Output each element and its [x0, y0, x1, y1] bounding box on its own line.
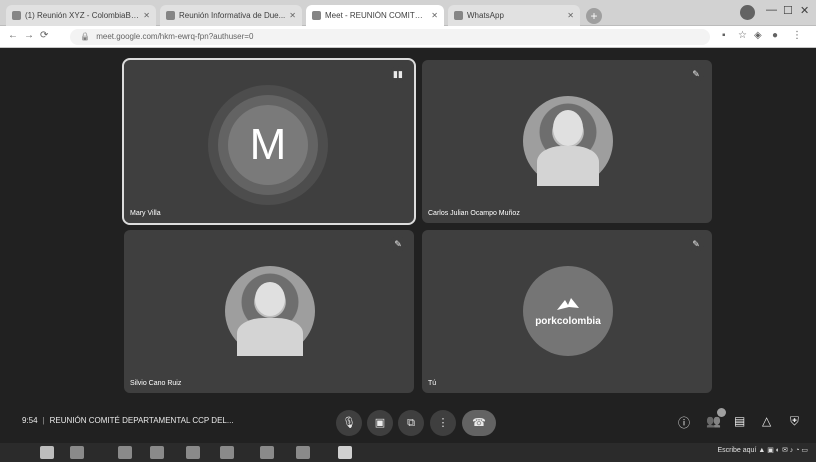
- browser-tab-3[interactable]: Meet - REUNIÓN COMITÉ D... ✕: [306, 5, 444, 26]
- meeting-info: 9:54 | REUNIÓN COMITÉ DEPARTAMENTAL CCP DE…: [22, 416, 234, 425]
- participant-tile-carlos[interactable]: ✎ Carlos Julian Ocampo Muñoz: [422, 60, 712, 223]
- tab-label: WhatsApp: [467, 11, 504, 20]
- brand-text: porkcolombia: [535, 315, 601, 327]
- app-icon[interactable]: [296, 446, 310, 459]
- avatar: [225, 266, 315, 356]
- tab-favicon-icon: [12, 11, 21, 20]
- meeting-details-icon[interactable]: ⓘ: [678, 414, 690, 431]
- address-bar[interactable]: 🔒 meet.google.com/hkm-ewrq-fpn?authuser=…: [70, 29, 710, 45]
- chrome-icon[interactable]: [338, 446, 352, 459]
- mic-off-icon: ✎: [688, 66, 704, 82]
- microphone-button[interactable]: 🎙: [336, 410, 362, 436]
- meeting-title: REUNIÓN COMITÉ DEPARTAMENTAL CCP DEL...: [49, 416, 234, 425]
- chat-icon[interactable]: ▤: [734, 414, 745, 428]
- tab-favicon-icon: [454, 11, 463, 20]
- menu-icon[interactable]: ⋮: [792, 30, 802, 41]
- avatar: M: [228, 105, 308, 185]
- more-options-button[interactable]: ⋮: [430, 410, 456, 436]
- participant-name: Tú: [428, 380, 437, 387]
- browser-tab-2[interactable]: Reunión Informativa de Due... ✕: [160, 5, 302, 26]
- people-count-badge: [717, 408, 726, 417]
- participant-name: Silvio Cano Ruiz: [130, 380, 182, 387]
- tab-label: Reunión Informativa de Due...: [179, 11, 286, 20]
- tab-label: Meet - REUNIÓN COMITÉ D...: [325, 11, 428, 20]
- minimize-icon[interactable]: —: [766, 4, 777, 16]
- participant-name: Mary Villa: [130, 210, 161, 217]
- tab-favicon-icon: [166, 11, 175, 20]
- search-icon[interactable]: [70, 446, 84, 459]
- close-icon[interactable]: ✕: [431, 11, 438, 20]
- close-icon[interactable]: ✕: [143, 11, 150, 20]
- meeting-time: 9:54: [22, 416, 38, 425]
- meeting-stage: M ▮▮ Mary Villa ✎ Carlos Julian Ocampo M…: [0, 48, 816, 443]
- close-icon[interactable]: ✕: [289, 11, 296, 20]
- system-tray: Escribe aquí ▲ ▣ ◐ ✉ ♪ ◔ ▭: [717, 446, 808, 454]
- participant-tile-silvio[interactable]: ✎ Silvio Cano Ruiz: [124, 230, 414, 393]
- mic-off-icon: ✎: [390, 236, 406, 252]
- start-icon[interactable]: [40, 446, 54, 459]
- present-screen-button[interactable]: ⧉: [398, 410, 424, 436]
- os-taskbar: Escribe aquí ▲ ▣ ◐ ✉ ♪ ◔ ▭: [0, 443, 816, 462]
- reload-icon[interactable]: ⟳: [40, 30, 48, 41]
- tab-favicon-icon: [312, 11, 321, 20]
- profile-icon[interactable]: ●: [772, 30, 778, 41]
- browser-tab-1[interactable]: (1) Reunión XYZ - ColombiaBDt... ✕: [6, 5, 156, 26]
- activities-icon[interactable]: △: [762, 414, 771, 428]
- app-icon[interactable]: [220, 446, 234, 459]
- app-icon[interactable]: [260, 446, 274, 459]
- browser-toolbar: ← → ⟳ 🔒 meet.google.com/hkm-ewrq-fpn?aut…: [0, 26, 816, 48]
- maximize-icon[interactable]: ☐: [783, 4, 793, 17]
- avatar-initial: M: [249, 120, 287, 169]
- task-view-icon[interactable]: [118, 446, 132, 459]
- bookmark-star-icon[interactable]: ☆: [738, 30, 747, 41]
- camera-permission-icon[interactable]: ▪: [722, 30, 726, 41]
- profile-avatar-icon[interactable]: [740, 5, 755, 20]
- browser-tab-4[interactable]: WhatsApp ✕: [448, 5, 580, 26]
- avatar: porkcolombia: [523, 266, 613, 356]
- host-controls-icon[interactable]: ⛨: [790, 414, 799, 429]
- mic-off-icon: ✎: [688, 236, 704, 252]
- meeting-controls: 9:54 | REUNIÓN COMITÉ DEPARTAMENTAL CCP DE…: [0, 402, 816, 442]
- lock-icon: 🔒: [80, 32, 90, 41]
- close-window-icon[interactable]: ✕: [800, 4, 809, 17]
- file-explorer-icon[interactable]: [150, 446, 164, 459]
- extension-icon[interactable]: ◈: [754, 30, 762, 41]
- camera-button[interactable]: ▣: [367, 410, 393, 436]
- porkcolombia-logo-icon: [557, 297, 579, 310]
- avatar: [523, 96, 613, 186]
- new-tab-button[interactable]: +: [586, 8, 602, 24]
- browser-tab-strip: (1) Reunión XYZ - ColombiaBDt... ✕ Reuni…: [0, 0, 816, 26]
- leave-call-button[interactable]: ☎: [462, 410, 496, 436]
- back-icon[interactable]: ←: [8, 30, 18, 41]
- close-icon[interactable]: ✕: [567, 11, 574, 20]
- app-icon[interactable]: [186, 446, 200, 459]
- participant-name: Carlos Julian Ocampo Muñoz: [428, 210, 520, 217]
- url-text: meet.google.com/hkm-ewrq-fpn?authuser=0: [96, 32, 254, 41]
- tray-icons: ▲ ▣ ◐ ✉ ♪ ◔ ▭: [758, 447, 808, 454]
- tab-label: (1) Reunión XYZ - ColombiaBDt...: [25, 11, 140, 20]
- forward-icon[interactable]: →: [24, 30, 34, 41]
- tray-search-label: Escribe aquí: [717, 447, 757, 454]
- participant-tile-self[interactable]: porkcolombia ✎ Tú: [422, 230, 712, 393]
- speaking-indicator-icon: ▮▮: [390, 66, 406, 82]
- participant-tile-mary-villa[interactable]: M ▮▮ Mary Villa: [122, 58, 416, 225]
